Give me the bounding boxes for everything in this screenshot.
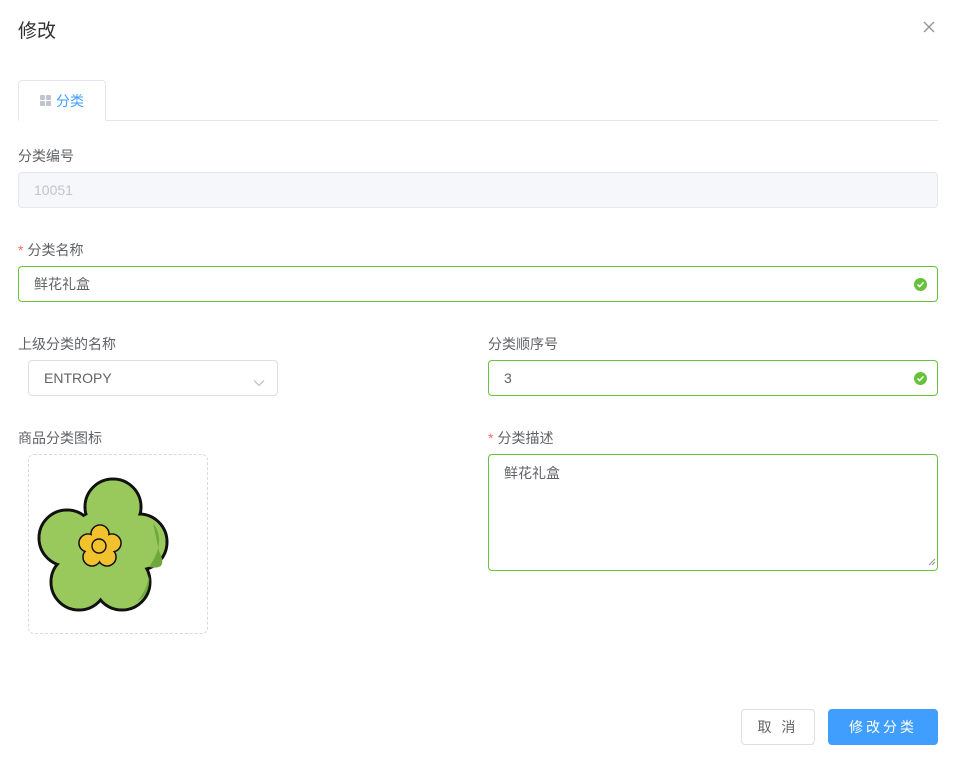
parent-category-value: ENTROPY xyxy=(44,370,112,386)
tab-bar: 分类 xyxy=(18,80,938,121)
tab-category[interactable]: 分类 xyxy=(18,80,106,121)
close-icon[interactable] xyxy=(920,18,938,36)
tab-label: 分类 xyxy=(56,92,84,109)
check-circle-icon xyxy=(914,278,927,291)
icon-uploader[interactable] xyxy=(28,454,208,634)
dialog-title: 修改 xyxy=(18,21,57,42)
grid-icon xyxy=(40,95,51,106)
category-name-label: * 分类名称 xyxy=(18,242,84,258)
chevron-down-icon xyxy=(253,374,265,390)
category-id-label: 分类编号 xyxy=(18,148,74,164)
category-icon-label: 商品分类图标 xyxy=(18,430,102,446)
cancel-button[interactable]: 取 消 xyxy=(741,709,815,745)
required-mark: * xyxy=(488,430,494,446)
description-value: 鲜花礼盒 xyxy=(504,465,560,481)
submit-button[interactable]: 修改分类 xyxy=(828,709,938,745)
check-circle-icon xyxy=(914,372,927,385)
category-id-input[interactable]: 10051 xyxy=(18,172,938,208)
category-name-input[interactable]: 鲜花礼盒 xyxy=(18,266,938,302)
resize-handle-icon[interactable] xyxy=(927,553,936,569)
sort-order-value: 3 xyxy=(504,370,512,386)
flower-image xyxy=(37,477,169,612)
category-id-value: 10051 xyxy=(34,182,73,198)
parent-category-label: 上级分类的名称 xyxy=(18,336,116,352)
parent-category-select[interactable]: ENTROPY xyxy=(28,360,278,396)
sort-order-input[interactable]: 3 xyxy=(488,360,938,396)
description-label: * 分类描述 xyxy=(488,430,554,446)
sort-order-label: 分类顺序号 xyxy=(488,336,558,352)
required-mark: * xyxy=(18,242,24,258)
description-textarea[interactable]: 鲜花礼盒 xyxy=(488,454,938,571)
category-name-value: 鲜花礼盒 xyxy=(34,276,90,292)
